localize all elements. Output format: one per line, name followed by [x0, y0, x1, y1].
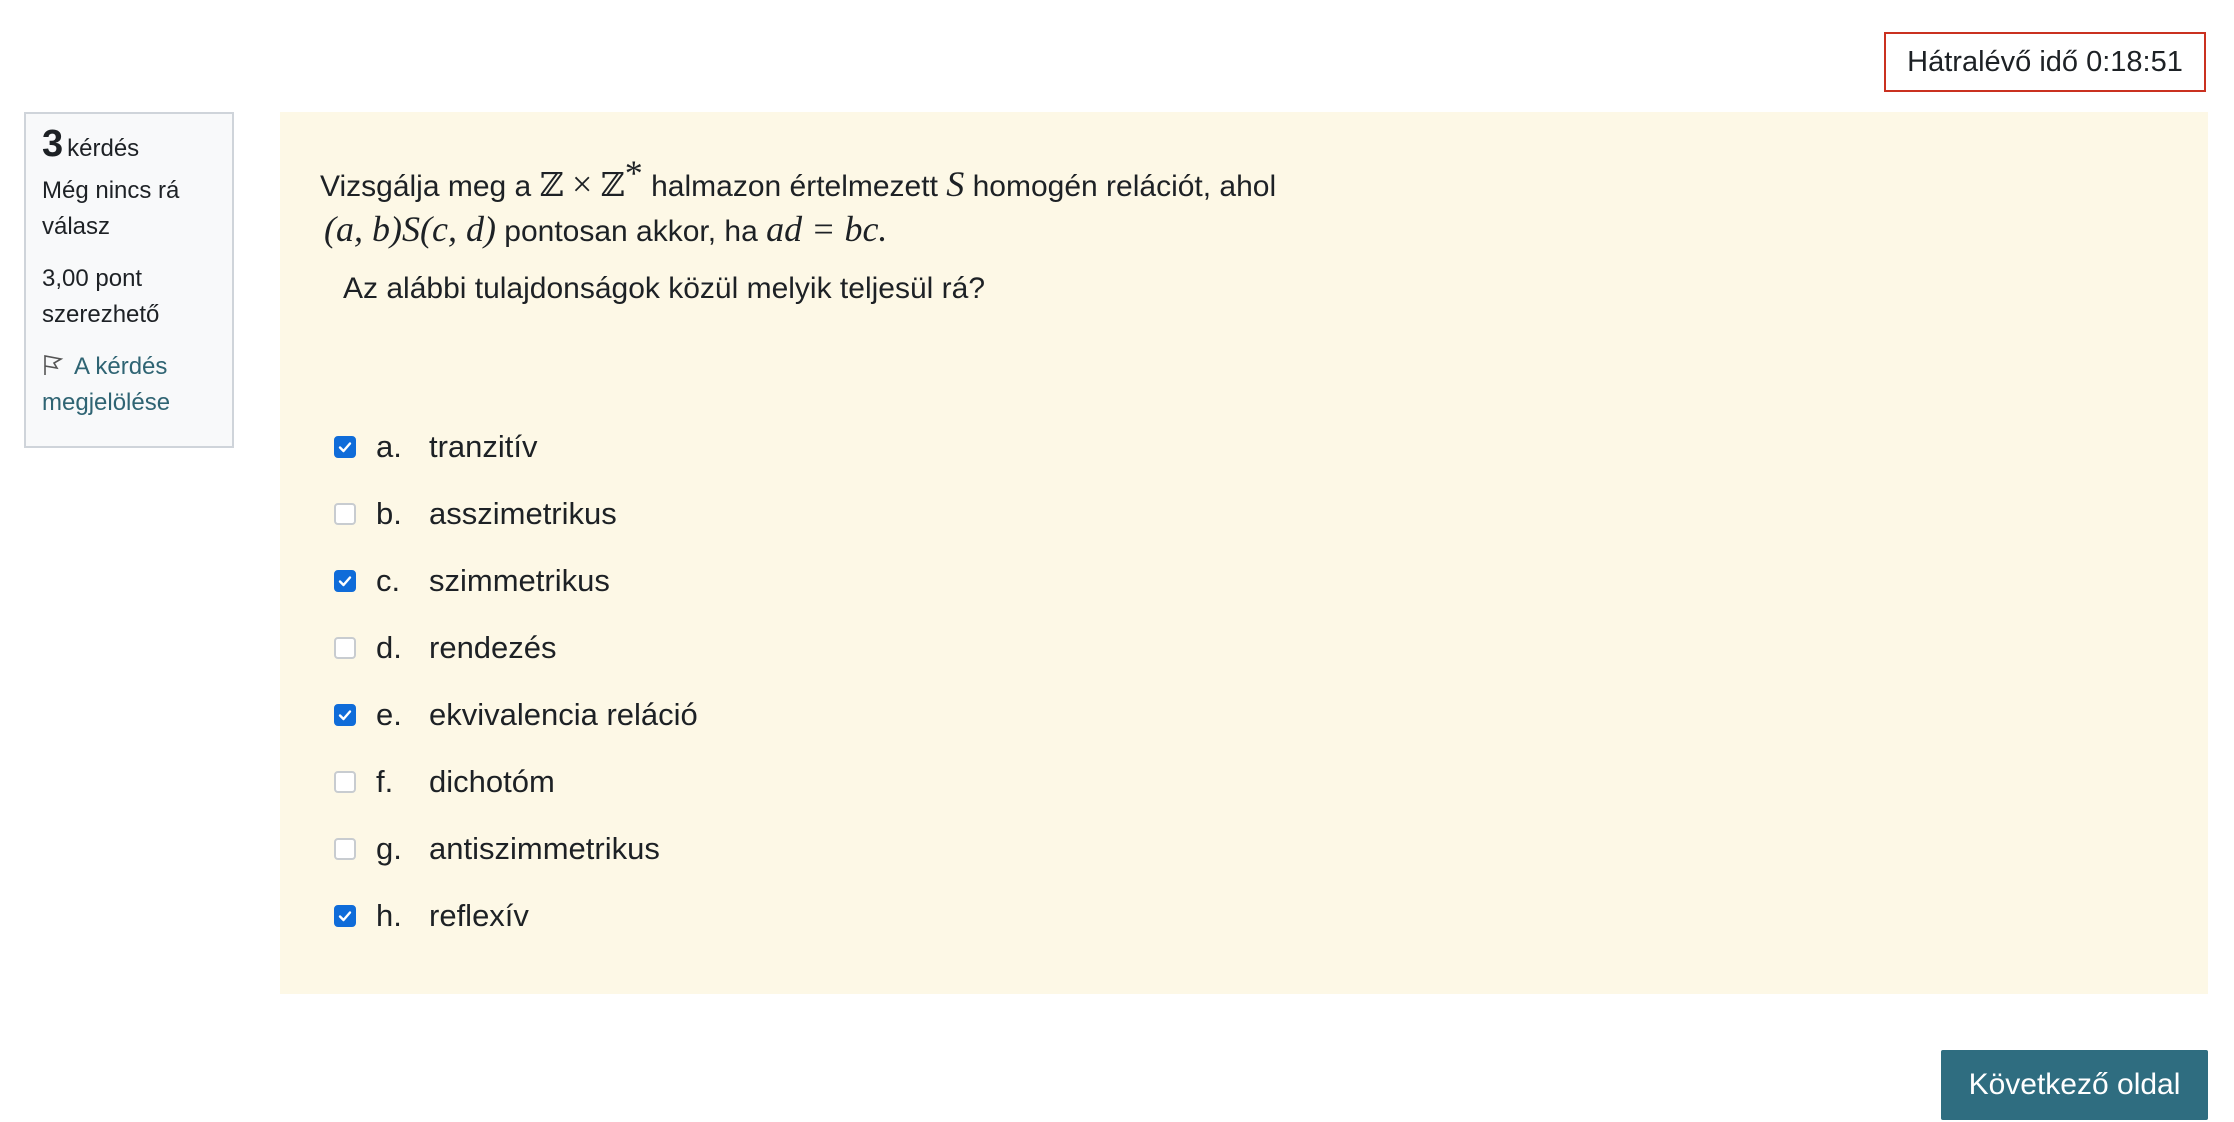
answer-checkbox[interactable]	[334, 771, 356, 793]
relation-formula: (a, b)S(c, d)	[324, 209, 496, 249]
answer-checkbox[interactable]	[334, 905, 356, 927]
answer-letter: c.	[376, 563, 401, 598]
answer-checkbox[interactable]	[334, 838, 356, 860]
answer-checkbox[interactable]	[334, 637, 356, 659]
question-info-panel: 3 kérdés Még nincs rá válasz 3,00 pont sz…	[24, 112, 234, 448]
question-number-value: 3	[42, 123, 64, 165]
answer-checkbox[interactable]	[334, 704, 356, 726]
check-icon	[338, 710, 352, 721]
question-text-part: homogén relációt, ahol	[972, 170, 1277, 203]
answer-option[interactable]: b. asszimetrikus	[334, 491, 617, 537]
time-remaining: Hátralévő idő 0:18:51	[1884, 32, 2206, 92]
check-icon	[338, 911, 352, 922]
relation-symbol: S	[946, 164, 965, 204]
integer-set-symbol: ℤ	[600, 165, 625, 204]
answer-text: dichotóm	[429, 764, 555, 799]
answer-letter: a.	[376, 429, 402, 464]
answer-letter: b.	[376, 496, 402, 531]
answer-letter: g.	[376, 831, 402, 866]
integer-set-symbol: ℤ	[539, 165, 564, 204]
answer-option[interactable]: h. reflexív	[334, 893, 529, 939]
answer-letter: e.	[376, 697, 402, 732]
answer-text: szimmetrikus	[429, 563, 610, 598]
question-text-part: Vizsgálja meg a	[320, 170, 532, 203]
answer-text: antiszimmetrikus	[429, 831, 660, 866]
answer-option[interactable]: f. dichotóm	[334, 759, 555, 805]
question-state: Még nincs rá válasz	[42, 177, 180, 240]
answer-text: ekvivalencia reláció	[429, 697, 698, 732]
answer-letter: d.	[376, 630, 402, 665]
check-icon	[338, 576, 352, 587]
question-text-line-1: Vizsgálja meg a ℤ × ℤ* halmazon értelmez…	[320, 152, 1276, 205]
answer-option[interactable]: e. ekvivalencia reláció	[334, 692, 698, 738]
answer-checkbox[interactable]	[334, 436, 356, 458]
answer-text: asszimetrikus	[429, 496, 617, 531]
answer-option[interactable]: d. rendezés	[334, 625, 557, 671]
answer-option[interactable]: g. antiszimmetrikus	[334, 826, 660, 872]
answer-checkbox[interactable]	[334, 503, 356, 525]
check-icon	[338, 442, 352, 453]
answer-letter: f.	[376, 764, 394, 799]
question-grade: 3,00 pont szerezhető	[42, 265, 160, 328]
answer-checkbox[interactable]	[334, 570, 356, 592]
answer-text: reflexív	[429, 898, 529, 933]
question-text-part: pontosan akkor, ha	[504, 215, 758, 248]
question-number-label: kérdés	[67, 135, 140, 162]
question-text-line-2: (a, b)S(c, d) pontosan akkor, ha ad = bc…	[324, 208, 887, 250]
answer-text: rendezés	[429, 630, 557, 665]
condition-formula: ad = bc.	[766, 209, 888, 249]
answer-option[interactable]: a. tranzitív	[334, 424, 538, 470]
question-prompt: Az alábbi tulajdonságok közül melyik tel…	[343, 272, 986, 305]
question-text-part: halmazon értelmezett	[651, 170, 938, 203]
question-content: Vizsgálja meg a ℤ × ℤ* halmazon értelmez…	[280, 112, 2208, 994]
answer-text: tranzitív	[429, 429, 538, 464]
question-number: 3 kérdés	[42, 123, 232, 167]
answer-option[interactable]: c. szimmetrikus	[334, 558, 610, 604]
flag-question-link[interactable]: A kérdés megjelölése	[42, 349, 232, 421]
star-superscript: *	[624, 153, 643, 193]
flag-icon	[44, 355, 64, 375]
answer-letter: h.	[376, 898, 402, 933]
next-page-button[interactable]: Következő oldal	[1941, 1050, 2208, 1120]
times-symbol: ×	[572, 164, 593, 204]
